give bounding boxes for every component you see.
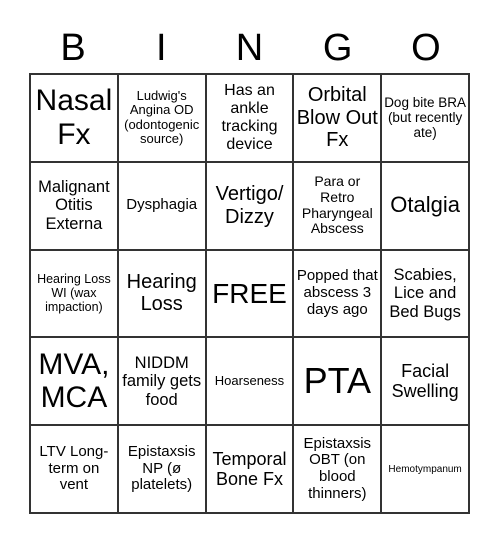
cell-text: Ludwig's Angina OD (odontogenic source): [124, 87, 200, 147]
bingo-cell[interactable]: Nasal Fx: [30, 74, 118, 162]
cell-text: Hemotympanum: [388, 463, 462, 475]
cell-text: Orbital Blow Out Fx: [296, 84, 378, 152]
bingo-cell[interactable]: Popped that abscess 3 days ago: [293, 249, 382, 338]
header-letter-n: N: [235, 27, 264, 69]
cell-text: Epistaxsis OBT (on blood thinners): [303, 434, 372, 502]
bingo-cell[interactable]: Hearing Loss: [117, 249, 206, 338]
cell-text: NIDDM family gets food: [122, 353, 202, 409]
header-letter-b: B: [60, 27, 86, 69]
bingo-cell[interactable]: PTA: [293, 337, 382, 426]
cell-text: Otalgia: [390, 192, 460, 218]
bingo-header: B I N G O: [29, 22, 470, 74]
cell-text: Popped that abscess 3 days ago: [296, 267, 378, 318]
bingo-cell[interactable]: Epistaxsis NP (ø platelets): [117, 425, 206, 513]
cell-text: Hoarseness: [214, 373, 285, 389]
bingo-cell[interactable]: Hoarseness: [205, 337, 294, 426]
header-letter-g: G: [322, 27, 353, 69]
bingo-cell[interactable]: Epistaxsis OBT (on blood thinners): [293, 425, 382, 513]
cell-text: Epistaxsis NP (ø platelets): [127, 442, 196, 494]
cell-text: Nasal Fx: [35, 84, 113, 151]
bingo-cell[interactable]: Ludwig's Angina OD (odontogenic source): [117, 74, 206, 162]
cell-text: Has an ankle tracking device: [221, 82, 278, 153]
cell-text: Facial Swelling: [391, 361, 459, 402]
bingo-cell[interactable]: Dog bite BRA (but recently ate): [381, 74, 469, 162]
cell-text: FREE: [212, 277, 287, 309]
cell-text: LTV Long-term on vent: [39, 442, 109, 494]
bingo-cell[interactable]: Otalgia: [381, 161, 469, 250]
cell-text: Malignant Otitis Externa: [38, 177, 110, 233]
bingo-cell[interactable]: LTV Long-term on vent: [30, 425, 118, 513]
bingo-cell[interactable]: Malignant Otitis Externa: [30, 161, 118, 250]
cell-text: Dysphagia: [126, 196, 198, 214]
bingo-cell[interactable]: Has an ankle tracking device: [205, 74, 294, 162]
header-letter-o: O: [411, 27, 441, 69]
bingo-cell[interactable]: Facial Swelling: [381, 337, 469, 426]
bingo-cell[interactable]: NIDDM family gets food: [117, 337, 206, 426]
bingo-cell[interactable]: Para or Retro Pharyngeal Abscess: [293, 161, 382, 250]
bingo-cell[interactable]: Orbital Blow Out Fx: [293, 74, 382, 162]
bingo-cell[interactable]: MVA, MCA: [30, 337, 118, 426]
header-letter-i: I: [156, 27, 167, 69]
cell-text: Dog bite BRA (but recently ate): [384, 95, 466, 141]
cell-text: Temporal Bone Fx: [212, 448, 287, 490]
bingo-cell[interactable]: Hearing Loss WI (wax impaction): [30, 249, 118, 338]
cell-text: Scabies, Lice and Bed Bugs: [389, 265, 461, 321]
cell-text: PTA: [303, 360, 371, 402]
free-space-cell[interactable]: FREE: [205, 249, 294, 338]
cell-text: Vertigo/ Dizzy: [215, 183, 284, 228]
cell-text: MVA, MCA: [38, 347, 110, 415]
bingo-cell[interactable]: Scabies, Lice and Bed Bugs: [381, 249, 469, 338]
cell-text: Hearing Loss WI (wax impaction): [37, 272, 111, 315]
cell-text: Para or Retro Pharyngeal Abscess: [301, 173, 373, 237]
bingo-cell[interactable]: Temporal Bone Fx: [205, 425, 294, 513]
bingo-cell[interactable]: Hemotympanum: [381, 425, 469, 513]
bingo-grid: Nasal Fx Ludwig's Angina OD (odontogenic …: [29, 73, 470, 514]
cell-text: Hearing Loss: [126, 271, 197, 316]
bingo-cell[interactable]: Dysphagia: [117, 161, 206, 250]
bingo-cell[interactable]: Vertigo/ Dizzy: [205, 161, 294, 250]
